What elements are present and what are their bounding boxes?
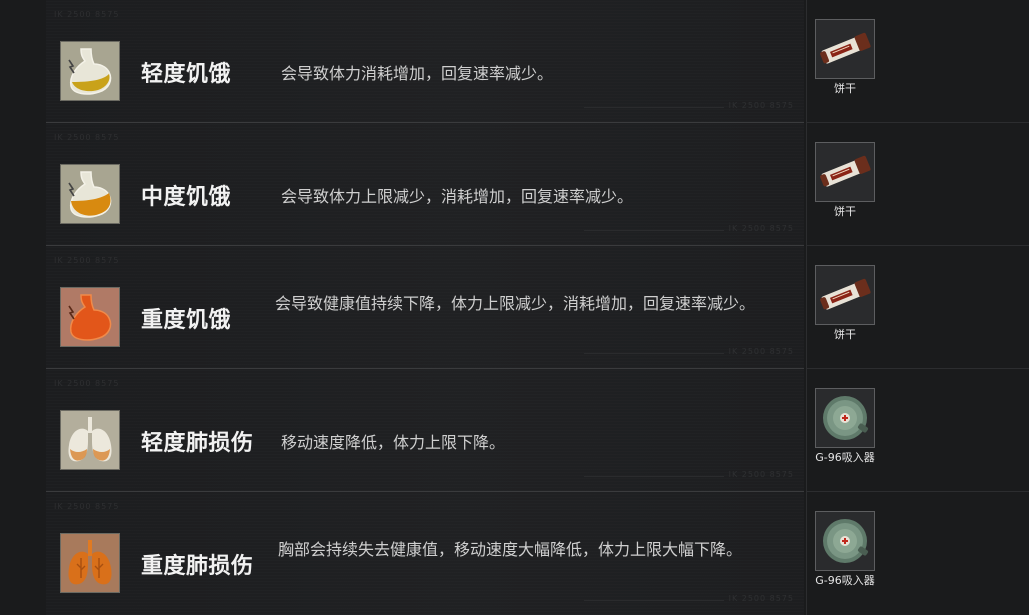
condition-name: 重度饥饿 xyxy=(141,308,232,333)
condition-description: 移动速度降低，体力上限下降。 xyxy=(281,433,506,452)
background-line xyxy=(584,230,724,231)
background-code: IK 2500 8575 xyxy=(728,594,794,603)
condition-row-mild-hunger: IK 2500 8575 IK 2500 8575 轻度饥饿 会导致体力消耗增加… xyxy=(46,0,804,123)
condition-name: 中度饥饿 xyxy=(141,185,232,210)
inhaler-icon[interactable] xyxy=(815,511,875,571)
lungs-mild-damage-icon xyxy=(60,410,120,470)
background-code: IK 2500 8575 xyxy=(54,10,120,19)
item-label: G-96吸入器 xyxy=(815,574,875,587)
treatment-item-column: 饼干 饼干 饼干 G-96吸入器 G-96吸入器 xyxy=(806,0,1029,615)
stomach-moderate-hunger-icon xyxy=(60,164,120,224)
lungs-severe-damage-icon xyxy=(60,533,120,593)
background-code: IK 2500 8575 xyxy=(54,256,120,265)
condition-description: 会导致健康值持续下降，体力上限减少，消耗增加，回复速率减少。 xyxy=(275,294,756,313)
condition-row-severe-lung-damage: IK 2500 8575 IK 2500 8575 重度肺损伤 胸部会持续失去健… xyxy=(46,492,804,615)
background-code: IK 2500 8575 xyxy=(728,101,794,110)
background-line xyxy=(584,476,724,477)
item-label: G-96吸入器 xyxy=(815,451,875,464)
treatment-item-cell: 饼干 xyxy=(806,246,1029,369)
biscuit-icon[interactable] xyxy=(815,265,875,325)
treatment-item-cell: 饼干 xyxy=(806,0,1029,123)
background-line xyxy=(584,107,724,108)
background-code: IK 2500 8575 xyxy=(54,379,120,388)
condition-name: 轻度饥饿 xyxy=(141,62,232,87)
background-line xyxy=(584,600,724,601)
condition-row-mild-lung-damage: IK 2500 8575 IK 2500 8575 轻度肺损伤 移动速度降低，体… xyxy=(46,369,804,492)
background-line xyxy=(584,353,724,354)
condition-description: 会导致体力上限减少，消耗增加，回复速率减少。 xyxy=(281,187,634,206)
condition-row-moderate-hunger: IK 2500 8575 IK 2500 8575 中度饥饿 会导致体力上限减少… xyxy=(46,123,804,246)
condition-list: IK 2500 8575 IK 2500 8575 轻度饥饿 会导致体力消耗增加… xyxy=(46,0,804,615)
background-code: IK 2500 8575 xyxy=(54,133,120,142)
condition-description: 会导致体力消耗增加，回复速率减少。 xyxy=(281,64,554,83)
item-label: 饼干 xyxy=(834,205,856,218)
item-label: 饼干 xyxy=(834,328,856,341)
treatment-item-cell: G-96吸入器 xyxy=(806,492,1029,615)
treatment-item-cell: G-96吸入器 xyxy=(806,369,1029,492)
treatment-item-cell: 饼干 xyxy=(806,123,1029,246)
condition-name: 轻度肺损伤 xyxy=(141,431,254,456)
condition-description: 胸部会持续失去健康值，移动速度大幅降低，体力上限大幅下降。 xyxy=(278,540,743,559)
biscuit-icon[interactable] xyxy=(815,19,875,79)
background-code: IK 2500 8575 xyxy=(728,224,794,233)
condition-row-severe-hunger: IK 2500 8575 IK 2500 8575 重度饥饿 会导致健康值持续下… xyxy=(46,246,804,369)
background-code: IK 2500 8575 xyxy=(728,470,794,479)
stomach-mild-hunger-icon xyxy=(60,41,120,101)
inhaler-icon[interactable] xyxy=(815,388,875,448)
stomach-severe-hunger-icon xyxy=(60,287,120,347)
background-code: IK 2500 8575 xyxy=(54,502,120,511)
condition-name: 重度肺损伤 xyxy=(141,554,254,579)
biscuit-icon[interactable] xyxy=(815,142,875,202)
background-code: IK 2500 8575 xyxy=(728,347,794,356)
item-label: 饼干 xyxy=(834,82,856,95)
